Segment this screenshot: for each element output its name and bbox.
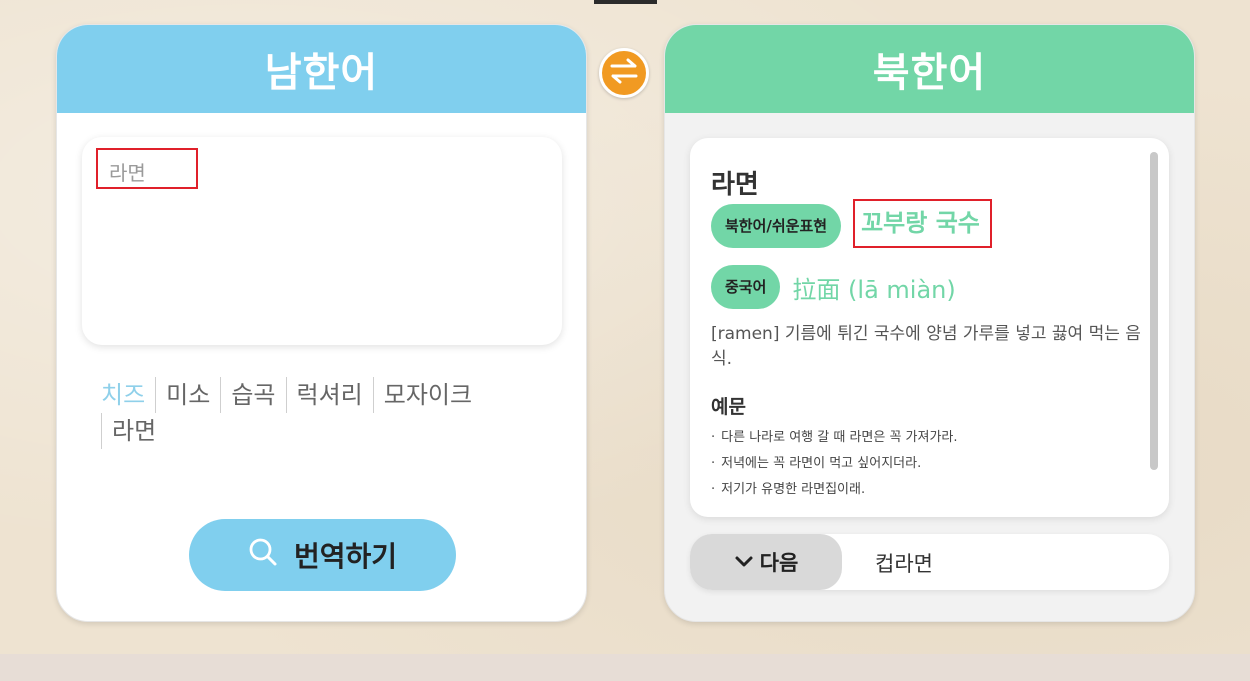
suggestion-list: 치즈 미소 습곡 럭셔리 모자이크라면 xyxy=(101,377,541,449)
definition-text: [ramen] 기름에 튀긴 국수에 양념 가루를 넣고 끓여 먹는 음식. xyxy=(711,324,1141,369)
examples-list: 다른 나라로 여행 갈 때 라면은 꼭 가져가라. 저녁에는 꼭 라면이 먹고 … xyxy=(711,425,958,503)
next-bar: 다음 컵라면 xyxy=(690,534,1169,590)
source-input-area[interactable]: 라면 xyxy=(82,137,562,345)
suggestion-chip[interactable]: 치즈 xyxy=(101,377,155,413)
north-korean-row: 북한어/쉬운표현 꼬부랑 국수 xyxy=(711,198,992,248)
target-panel: 북한어 라면 북한어/쉬운표현 꼬부랑 국수 중국어 拉面 (lā miàn) … xyxy=(664,24,1195,622)
chinese-row: 중국어 拉面 (lā miàn) xyxy=(711,265,956,309)
suggestion-chip[interactable]: 라면 xyxy=(101,413,166,449)
example-sentence: 저녁에는 꼭 라면이 먹고 싶어지더라. xyxy=(711,451,958,477)
source-input-value[interactable]: 라면 xyxy=(96,148,198,189)
next-button[interactable]: 다음 xyxy=(690,534,842,590)
suggestion-chip[interactable]: 럭셔리 xyxy=(285,377,373,413)
source-panel-title: 남한어 xyxy=(57,25,586,113)
example-sentence: 저기가 유명한 라면집이래. xyxy=(711,477,958,503)
north-korean-value: 꼬부랑 국수 xyxy=(853,198,992,248)
target-panel-title: 북한어 xyxy=(665,25,1194,113)
source-panel: 남한어 라면 치즈 미소 습곡 럭셔리 모자이크 라면 번역하기 xyxy=(56,24,587,622)
top-tab-indicator xyxy=(594,0,657,4)
result-word: 라면 xyxy=(711,170,759,200)
swap-languages-button[interactable] xyxy=(599,48,649,98)
translate-button-label: 번역하기 xyxy=(293,540,398,573)
examples-heading: 예문 xyxy=(711,396,746,418)
search-icon xyxy=(248,537,278,574)
next-button-label: 다음 xyxy=(759,551,799,575)
translate-button[interactable]: 번역하기 xyxy=(189,519,456,591)
footer-strip xyxy=(0,654,1250,681)
suggestion-chip[interactable]: 모자이크 xyxy=(372,377,482,413)
north-korean-tag: 북한어/쉬운표현 xyxy=(711,204,842,248)
next-suggestion[interactable]: 컵라면 xyxy=(875,548,933,578)
example-sentence: 다른 나라로 여행 갈 때 라면은 꼭 가져가라. xyxy=(711,425,957,451)
chevron-down-icon xyxy=(734,550,754,574)
translation-result-card: 라면 북한어/쉬운표현 꼬부랑 국수 중국어 拉面 (lā miàn) [ram… xyxy=(690,138,1169,517)
chinese-value: 拉面 (lā miàn) xyxy=(792,275,956,304)
suggestion-chip[interactable]: 습곡 xyxy=(220,377,285,413)
suggestion-chip[interactable]: 미소 xyxy=(155,377,220,413)
chinese-tag: 중국어 xyxy=(711,265,781,309)
result-scrollbar[interactable] xyxy=(1150,152,1158,470)
swap-arrows-icon xyxy=(609,58,639,88)
